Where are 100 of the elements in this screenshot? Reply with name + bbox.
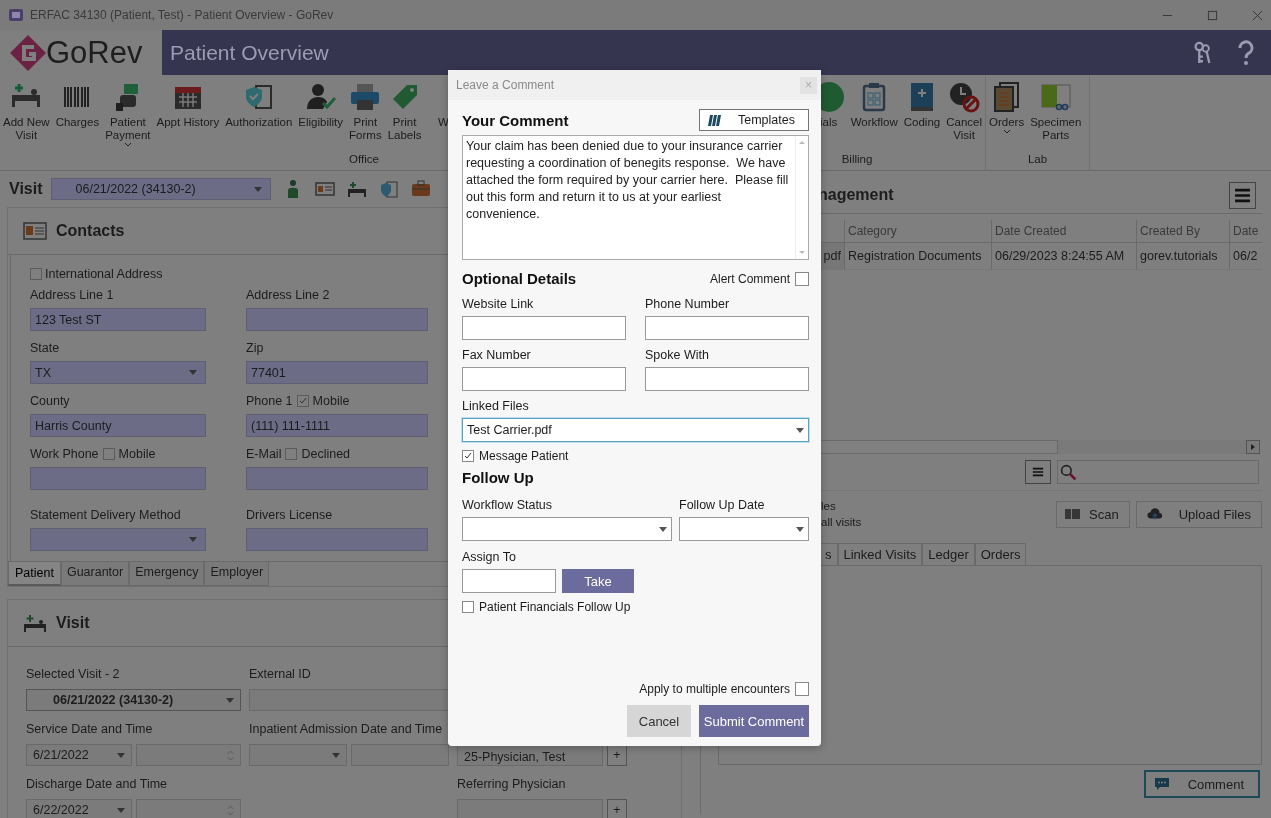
date-field[interactable]: 6/22/2022 — [26, 799, 132, 818]
input-field[interactable] — [246, 528, 428, 551]
tab[interactable]: Orders — [974, 543, 1027, 565]
search-field[interactable] — [1057, 460, 1259, 484]
input-field[interactable]: 25-Physician, Test — [457, 744, 603, 766]
input-field[interactable]: 123 Test ST — [30, 308, 206, 331]
select-field[interactable] — [30, 528, 206, 551]
input-field[interactable]: Harris County — [30, 414, 206, 437]
comment-button[interactable]: Comment — [1143, 770, 1260, 798]
bed-icon — [23, 614, 47, 632]
input-field[interactable] — [249, 689, 449, 711]
time-field[interactable] — [135, 799, 241, 818]
menu-button[interactable] — [1025, 460, 1051, 484]
id-card-icon[interactable] — [314, 179, 335, 199]
cancel-button[interactable]: Cancel — [627, 705, 691, 737]
ribbon-button[interactable]: Add New Visit — [0, 81, 53, 153]
briefcase-icon[interactable] — [410, 179, 431, 199]
ribbon-button[interactable]: Workflow — [847, 81, 901, 153]
select-field[interactable]: TX — [30, 361, 206, 384]
bed-icon[interactable] — [346, 179, 367, 199]
input-field[interactable] — [462, 569, 556, 593]
date-field[interactable]: 6/21/2022 — [26, 744, 132, 766]
comment-textarea[interactable]: Your claim has been denied due to your insurance carrier requesting a coordination of benegits response. We have attached the form required by your carrier here. Please fill out this form and return it to us at your earliest convenience. — [462, 135, 809, 260]
ribbon-button[interactable]: Charges — [52, 81, 103, 153]
date-field[interactable] — [249, 744, 347, 766]
input-field[interactable] — [246, 308, 428, 331]
menu-button[interactable] — [1229, 181, 1256, 209]
checkbox[interactable] — [462, 601, 474, 613]
dropdown-icon — [116, 807, 125, 813]
upload-button[interactable]: Upload Files — [1135, 500, 1262, 528]
visit-select[interactable]: 06/21/2022 (34130-2) — [26, 689, 241, 711]
linked-files-select[interactable]: Test Carrier.pdf — [462, 418, 809, 442]
checkbox[interactable] — [795, 271, 809, 286]
scroll-down-icon[interactable] — [798, 250, 806, 256]
checkbox[interactable] — [795, 682, 809, 696]
column-header[interactable]: Date — [1229, 220, 1262, 242]
field-label: Website Link — [462, 297, 535, 311]
workflow-status-select[interactable] — [462, 517, 672, 541]
add-button[interactable]: + — [607, 799, 627, 818]
checkbox[interactable] — [102, 448, 115, 460]
field-label: County — [30, 394, 70, 408]
close-icon[interactable] — [1252, 9, 1263, 21]
field-label: Statement Delivery Method — [30, 508, 181, 522]
ribbon-button[interactable]: Cancel Visit — [943, 81, 985, 153]
scroll-up-icon[interactable] — [798, 139, 806, 145]
field-label: Fax Number — [462, 348, 532, 362]
spinner-icon — [227, 748, 234, 762]
ribbon-button[interactable]: Print Forms — [346, 81, 385, 153]
checkbox[interactable] — [285, 448, 298, 460]
ribbon-button[interactable]: Specimen Parts — [1027, 81, 1085, 153]
tab[interactable]: Ledger — [922, 543, 975, 565]
templates-button[interactable]: Templates — [699, 109, 809, 131]
tab[interactable]: Linked Visits — [837, 543, 923, 565]
checkbox-label: Alert Comment — [709, 271, 790, 286]
column-header[interactable]: Created By — [1136, 220, 1229, 242]
visit-select[interactable]: 06/21/2022 (34130-2) — [50, 178, 271, 200]
input-field[interactable] — [462, 367, 626, 391]
dropdown-icon — [116, 752, 125, 758]
input-field[interactable]: 77401 — [246, 361, 428, 384]
ribbon-button[interactable]: Coding — [900, 81, 944, 153]
menu-icon — [1234, 187, 1251, 203]
dropdown-icon — [796, 526, 804, 532]
ribbon-button[interactable]: Eligibility — [295, 81, 347, 153]
printer-icon — [349, 81, 382, 113]
shield-icon[interactable] — [378, 179, 399, 199]
checkbox[interactable] — [30, 268, 42, 280]
time-field[interactable] — [135, 744, 241, 766]
scroll-right-icon[interactable] — [1246, 440, 1260, 454]
scan-button[interactable]: Scan — [1056, 500, 1130, 528]
input-field[interactable]: (111) 111-1111 — [246, 414, 428, 437]
section-title: nagement — [818, 186, 894, 204]
ribbon-button[interactable]: Authorization — [222, 81, 296, 153]
time-field[interactable] — [351, 744, 449, 766]
maximize-icon[interactable] — [1207, 9, 1218, 21]
ribbon-button[interactable]: Patient Payment — [102, 81, 154, 153]
ribbon-button[interactable]: Print Labels — [384, 81, 425, 153]
speech-bubble-icon — [1153, 777, 1170, 791]
input-field[interactable] — [645, 316, 809, 340]
input-field[interactable] — [645, 367, 809, 391]
page-title: Patient Overview — [170, 40, 329, 65]
option-label: all visits — [821, 516, 862, 528]
section-heading: Follow Up — [462, 469, 535, 486]
input-field[interactable] — [462, 316, 626, 340]
ribbon-button[interactable]: Appt History — [153, 81, 223, 153]
tab[interactable]: Employer — [204, 562, 270, 586]
ribbon-button[interactable]: Orders — [986, 81, 1028, 153]
checkbox[interactable] — [296, 395, 309, 407]
submit-button[interactable]: Submit Comment — [699, 705, 809, 737]
date-select[interactable] — [679, 517, 809, 541]
clock-icon — [948, 81, 981, 113]
tab[interactable]: Patient — [8, 562, 61, 586]
column-header[interactable]: Date Created — [991, 220, 1136, 242]
dialog-title: Leave a Comment — [456, 78, 555, 92]
column-header[interactable]: Category — [844, 220, 991, 242]
input-field[interactable] — [246, 467, 428, 490]
tab[interactable]: Emergency — [129, 562, 205, 586]
take-button[interactable]: Take — [562, 569, 634, 593]
tab[interactable]: Guarantor — [60, 562, 130, 586]
input-field[interactable] — [30, 467, 206, 490]
checkbox[interactable] — [462, 450, 474, 462]
